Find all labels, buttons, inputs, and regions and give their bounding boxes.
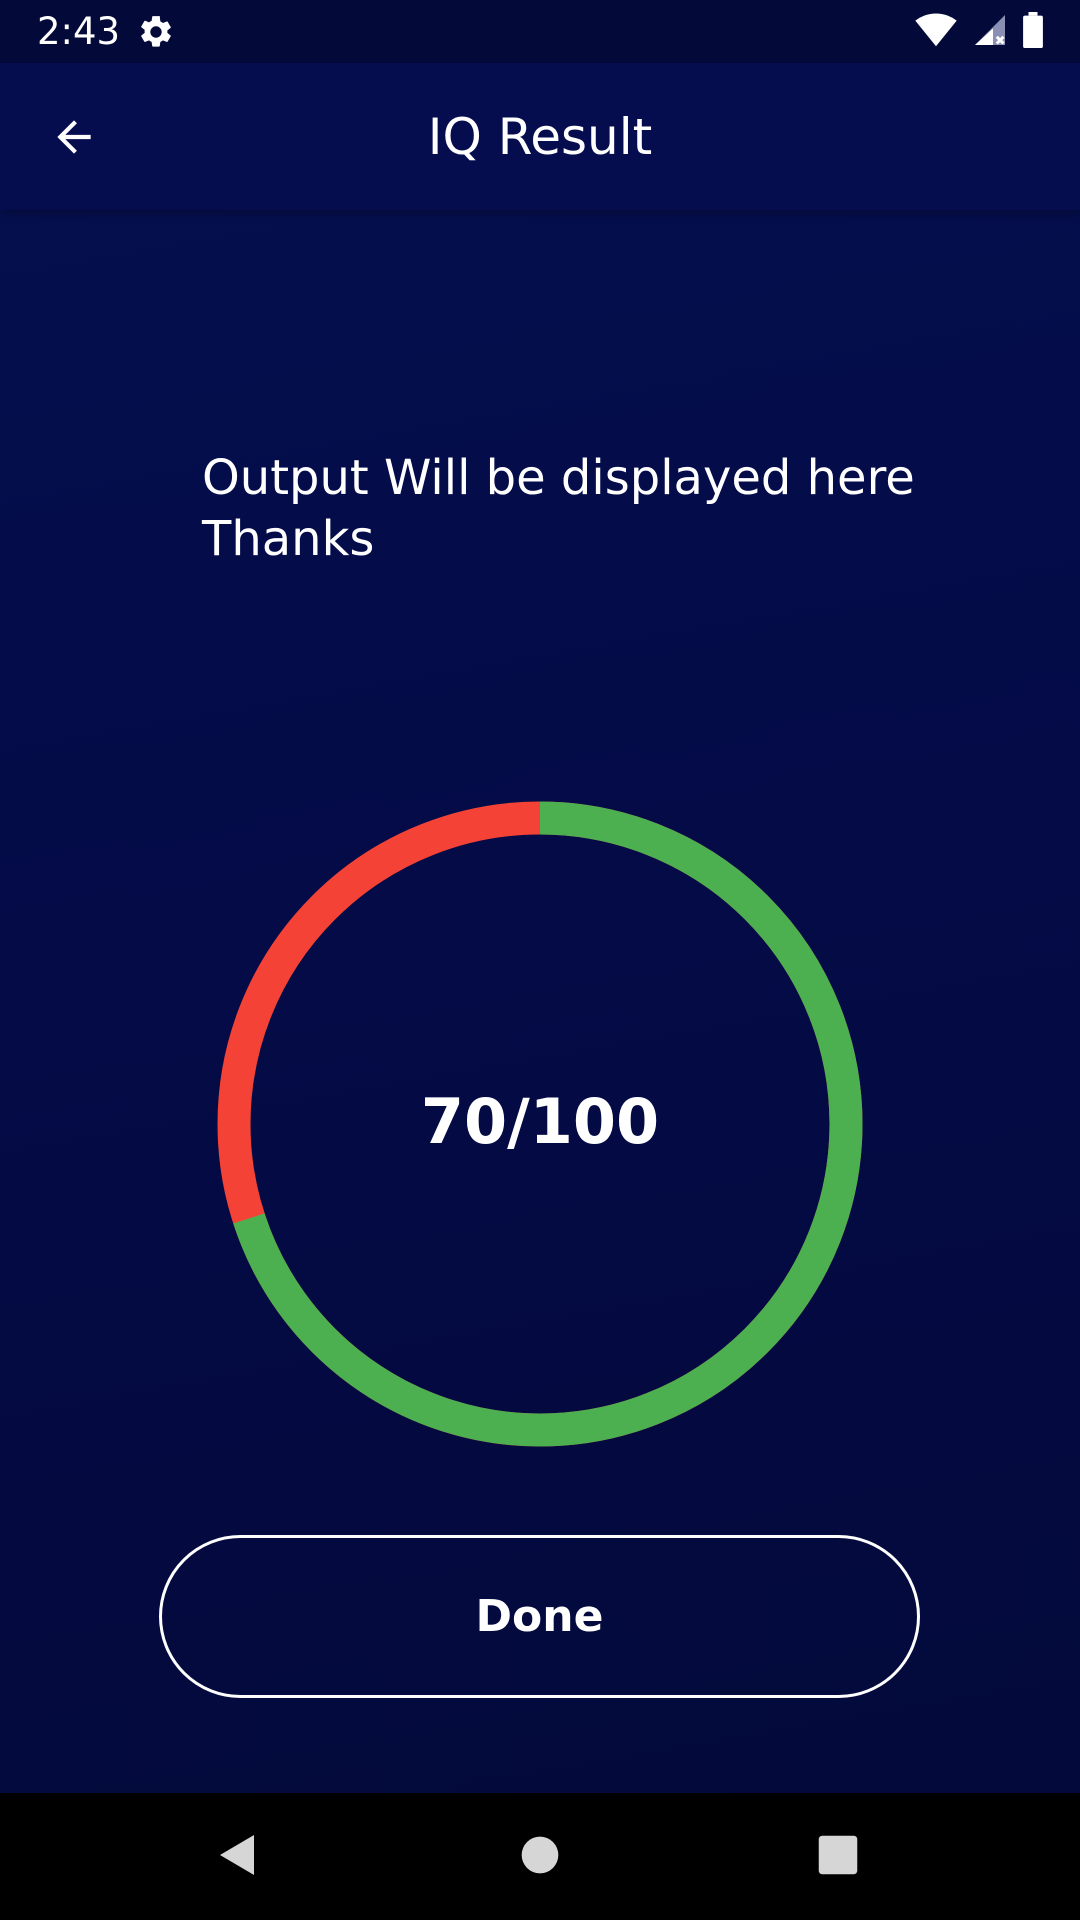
nav-recents-button[interactable] bbox=[794, 1813, 882, 1901]
result-message-line2: Thanks bbox=[202, 511, 375, 567]
wifi-icon bbox=[914, 12, 958, 52]
result-message-line1: Output Will be displayed here bbox=[202, 450, 915, 506]
done-button[interactable]: Done bbox=[159, 1535, 920, 1698]
nav-home-icon bbox=[520, 1835, 560, 1879]
nav-home-button[interactable] bbox=[496, 1813, 584, 1901]
screen: 2:43 IQ Result Output Will be displayed … bbox=[0, 0, 1080, 1920]
app-bar: IQ Result bbox=[0, 63, 1080, 210]
nav-recents-icon bbox=[817, 1834, 859, 1880]
nav-back-icon bbox=[214, 1831, 262, 1883]
done-button-label: Done bbox=[475, 1591, 604, 1642]
result-message: Output Will be displayed here Thanks bbox=[202, 448, 962, 570]
status-time: 2:43 bbox=[37, 10, 121, 53]
score-label: 70/100 bbox=[420, 1085, 660, 1158]
nav-back-button[interactable] bbox=[194, 1813, 282, 1901]
battery-icon bbox=[1022, 12, 1044, 52]
status-icons bbox=[914, 12, 1044, 52]
gear-icon bbox=[137, 13, 175, 51]
navigation-bar bbox=[0, 1793, 1080, 1920]
page-title: IQ Result bbox=[427, 108, 653, 166]
signal-icon bbox=[972, 12, 1008, 52]
status-bar: 2:43 bbox=[0, 0, 1080, 63]
score-ring: 70/100 bbox=[216, 800, 864, 1448]
